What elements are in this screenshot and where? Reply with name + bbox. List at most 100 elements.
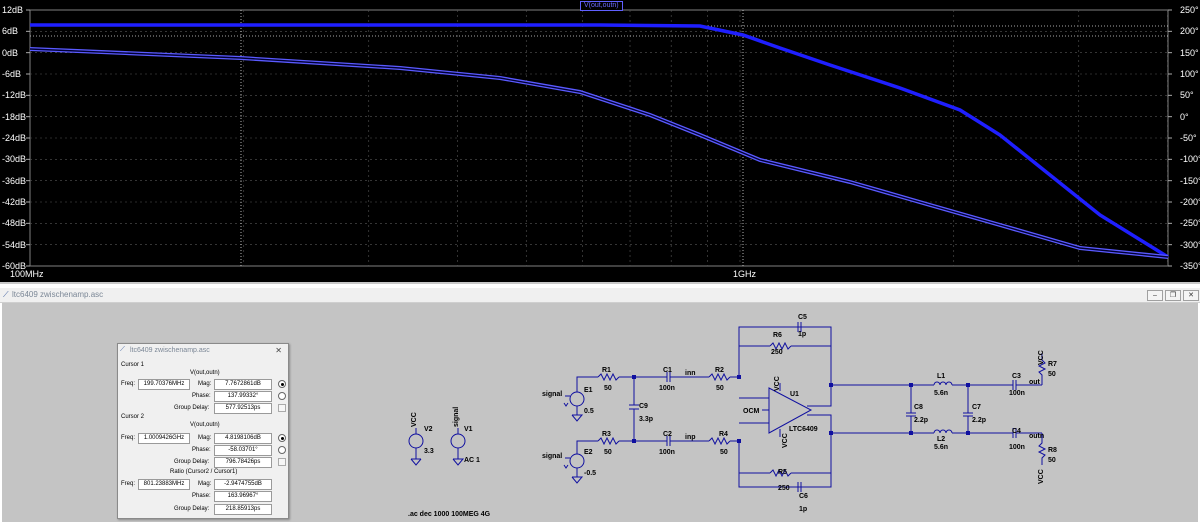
net-label-vcc[interactable]: VCC — [782, 433, 789, 448]
cursor1-mag-field[interactable]: 7.7672861dB — [214, 379, 272, 390]
y-tick-label-right: 0° — [1180, 111, 1189, 122]
component-value-r2[interactable]: 50 — [716, 385, 724, 392]
cursor1-trace: V(out,outn) — [190, 370, 220, 376]
component-value-c3[interactable]: 100n — [1009, 390, 1025, 397]
component-value-r1[interactable]: 50 — [604, 385, 612, 392]
component-value-c2[interactable]: 100n — [659, 449, 675, 456]
cursor1-phase-field[interactable]: 137.99332° — [214, 391, 272, 402]
net-label-signal[interactable]: signal — [542, 391, 562, 398]
cursor1-gd-field[interactable]: 577.92513ps — [214, 403, 272, 414]
cursor1-gd-checkbox[interactable] — [278, 404, 286, 412]
component-name-c5[interactable]: C5 — [798, 314, 807, 321]
component-name-l2[interactable]: L2 — [937, 436, 945, 443]
component-value-v1[interactable]: AC 1 — [464, 457, 480, 464]
y-tick-label-left: -12dB — [2, 90, 27, 101]
cursor2-gd-checkbox[interactable] — [278, 458, 286, 466]
cursor2-freq-field[interactable]: 1.0009426GHz — [138, 433, 190, 444]
ratio-mag-field[interactable]: -2.9474755dB — [214, 479, 272, 490]
waveform-plot[interactable]: V(out,outn) 12dB 6dB 0dB -6dB -12dB -18dB -24d… — [0, 0, 1200, 282]
component-name-c9[interactable]: C9 — [639, 403, 648, 410]
component-name-r3[interactable]: R3 — [602, 431, 611, 438]
cursor2-mag-field[interactable]: 4.8198106dB — [214, 433, 272, 444]
component-value-c4[interactable]: 100n — [1009, 444, 1025, 451]
component-name-c1[interactable]: C1 — [663, 367, 672, 374]
voltage-source-v2[interactable] — [408, 433, 424, 449]
cursor2-phase-radio[interactable] — [278, 446, 286, 454]
net-label-outn[interactable]: outn — [1029, 433, 1044, 440]
ratio-freq-field[interactable]: 801.23883MHz — [138, 479, 190, 490]
component-value-c7[interactable]: 2.2p — [972, 417, 986, 424]
y-tick-label-right: 100° — [1180, 69, 1199, 79]
cursor1-heading: Cursor 1 — [121, 362, 145, 368]
component-name-c7[interactable]: C7 — [972, 404, 981, 411]
component-value-r7[interactable]: 50 — [1048, 371, 1056, 378]
component-value-r8[interactable]: 50 — [1048, 457, 1056, 464]
component-value-c6[interactable]: 1p — [799, 506, 807, 513]
component-name-r2[interactable]: R2 — [715, 367, 724, 374]
e-source-e2[interactable] — [569, 453, 585, 469]
component-value-c8[interactable]: 2.2p — [914, 417, 928, 424]
cursor2-gd-field[interactable]: 796.78426ps — [214, 457, 272, 468]
component-name-v1[interactable]: V1 — [464, 426, 473, 433]
plot-canvas[interactable] — [0, 0, 1200, 282]
component-name-c4[interactable]: C4 — [1012, 428, 1021, 435]
net-label-vcc[interactable]: VCC — [1038, 469, 1045, 484]
component-value-l2[interactable]: 5.6n — [934, 444, 948, 451]
component-name-v2[interactable]: V2 — [424, 426, 433, 433]
component-name-c2[interactable]: C2 — [663, 431, 672, 438]
component-name-r4[interactable]: R4 — [719, 431, 728, 438]
net-label-vcc[interactable]: VCC — [1038, 350, 1045, 365]
net-label-inp[interactable]: inp — [685, 434, 696, 441]
component-name-r8[interactable]: R8 — [1048, 447, 1057, 454]
ratio-gd-field[interactable]: 218.85913ps — [214, 504, 272, 515]
spice-directive[interactable]: .ac dec 1000 100MEG 4G — [408, 511, 490, 518]
component-name-e1[interactable]: E1 — [584, 387, 593, 394]
component-part-u1[interactable]: LTC6409 — [789, 426, 818, 433]
net-label-vcc[interactable]: VCC — [411, 412, 418, 427]
net-label-inn[interactable]: inn — [685, 370, 696, 377]
cursor1-freq-field[interactable]: 199.70376MHz — [138, 379, 190, 390]
voltage-source-v1[interactable] — [450, 433, 466, 449]
component-value-c9[interactable]: 3.3p — [639, 416, 653, 423]
pin-label-ocm[interactable]: OCM — [743, 408, 759, 415]
component-name-c3[interactable]: C3 — [1012, 373, 1021, 380]
component-value-l1[interactable]: 5.6n — [934, 390, 948, 397]
component-name-e2[interactable]: E2 — [584, 449, 593, 456]
component-value-r3[interactable]: 50 — [604, 449, 612, 456]
cursor1-mag-radio[interactable] — [278, 380, 286, 388]
cursor1-phase-radio[interactable] — [278, 392, 286, 400]
net-label-out[interactable]: out — [1029, 379, 1040, 386]
ltspice-icon: ⟋ — [120, 346, 125, 353]
component-name-r7[interactable]: R7 — [1048, 361, 1057, 368]
net-label-signal[interactable]: signal — [453, 407, 460, 427]
component-name-c8[interactable]: C8 — [914, 404, 923, 411]
net-label-signal[interactable]: signal — [542, 453, 562, 460]
component-name-u1[interactable]: U1 — [790, 391, 799, 398]
schematic-titlebar[interactable]: ⟋ ltc6409 zwischenamp.asc – ❐ ✕ — [0, 288, 1200, 303]
trace-label[interactable]: V(out,outn) — [580, 1, 623, 11]
restore-button[interactable]: ❐ — [1165, 290, 1181, 301]
component-name-r1[interactable]: R1 — [602, 367, 611, 374]
component-name-r5[interactable]: R5 — [778, 469, 787, 476]
close-icon[interactable]: ✕ — [275, 346, 282, 355]
component-value-c1[interactable]: 100n — [659, 385, 675, 392]
component-value-e1[interactable]: 0.5 — [584, 408, 594, 415]
cursor-dialog[interactable]: ⟋ ltc6409 zwischenamp.asc ✕ Cursor 1 V(o… — [117, 343, 289, 519]
e-source-e1[interactable] — [569, 391, 585, 407]
minimize-button[interactable]: – — [1147, 290, 1163, 301]
component-value-r4[interactable]: 50 — [720, 449, 728, 456]
component-value-e2[interactable]: -0.5 — [584, 470, 596, 477]
component-value-c5[interactable]: 1p — [798, 331, 806, 338]
cursor2-mag-radio[interactable] — [278, 434, 286, 442]
component-value-r5[interactable]: 250 — [778, 485, 790, 492]
component-value-r6[interactable]: 250 — [771, 349, 783, 356]
component-name-l1[interactable]: L1 — [937, 373, 945, 380]
net-label-vcc[interactable]: VCC — [774, 376, 781, 391]
cursor2-phase-field[interactable]: -58.03701° — [214, 445, 272, 456]
component-name-c6[interactable]: C6 — [799, 493, 808, 500]
cursor2-heading: Cursor 2 — [121, 414, 145, 420]
ratio-phase-field[interactable]: 163.96967° — [214, 491, 272, 502]
component-value-v2[interactable]: 3.3 — [424, 448, 434, 455]
component-name-r6[interactable]: R6 — [773, 332, 782, 339]
close-button[interactable]: ✕ — [1183, 290, 1199, 301]
